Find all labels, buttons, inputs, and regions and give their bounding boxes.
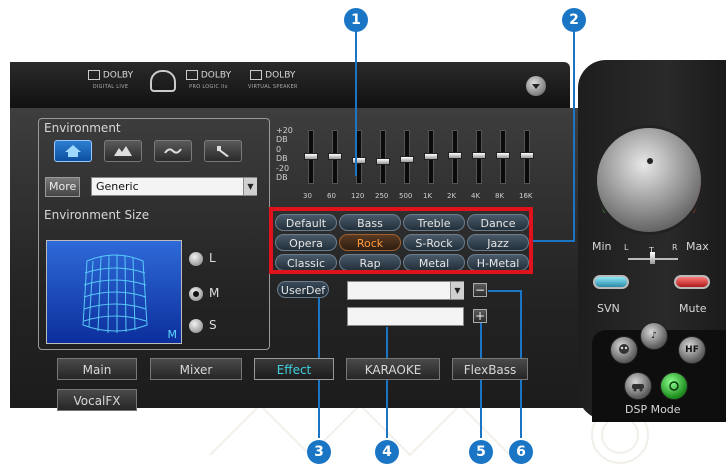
hf-button[interactable]: HF [678, 336, 706, 364]
balance-left-label: L [624, 243, 629, 252]
environment-label: Environment [44, 121, 121, 135]
callout-line-6-horizontal [488, 290, 522, 292]
home-icon [65, 145, 81, 157]
callout-3: 3 [307, 440, 331, 464]
eq-slider-handle[interactable] [304, 153, 318, 160]
chevron-down-icon [532, 84, 540, 89]
env-wave-button[interactable] [154, 140, 192, 162]
size-radio-s[interactable] [189, 319, 203, 333]
eq-slider-handle[interactable] [448, 151, 462, 159]
add-preset-button[interactable]: + [473, 309, 487, 323]
tab-flexbass[interactable]: FlexBass [452, 358, 528, 380]
callout-1: 1 [344, 8, 368, 32]
callout-4: 4 [375, 440, 399, 464]
tab-main[interactable]: Main [57, 358, 137, 380]
environment-size-label: Environment Size [44, 208, 150, 222]
svn-button[interactable] [593, 275, 629, 289]
eq-slider-handle[interactable] [472, 151, 486, 159]
tool-icon [217, 146, 229, 157]
eq-frequency-label: 8K [495, 192, 505, 200]
dsp-mode-label: DSP Mode [625, 403, 681, 416]
chevron-down-icon[interactable]: ▼ [243, 178, 257, 195]
wave-icon [164, 148, 182, 154]
character-button[interactable] [610, 336, 638, 364]
callout-line-1 [355, 31, 357, 176]
eq-frequency-label: 120 [351, 192, 365, 200]
dolby-pro-logic-logo: DOLBY PRO LOGIC IIx [186, 70, 231, 92]
callout-line-4 [386, 327, 388, 438]
volume-knob[interactable] [597, 128, 701, 232]
size-radio-m[interactable] [189, 287, 203, 301]
dsp-2-button[interactable] [660, 372, 688, 400]
eq-slider-handle[interactable] [424, 153, 438, 160]
eq-frequency-label: 60 [327, 192, 336, 200]
chevron-down-icon[interactable]: ▼ [450, 282, 464, 299]
tab-mixer[interactable]: Mixer [150, 358, 242, 380]
eq-scale: +20 DB 0 DB -20 DB [276, 126, 293, 182]
dsp-icon [669, 381, 679, 391]
preset-name-input[interactable] [347, 307, 464, 326]
dsp-1-button[interactable] [624, 372, 652, 400]
music-button[interactable]: ♪ [640, 322, 668, 350]
eq-slider-handle[interactable] [328, 153, 342, 160]
callout-line-2-horizontal [533, 240, 575, 242]
collapse-button[interactable] [526, 76, 546, 96]
eq-slider-track[interactable] [380, 130, 386, 184]
env-tool-button[interactable] [204, 140, 242, 162]
knob-indicator [647, 158, 653, 164]
callout-5: 5 [469, 440, 493, 464]
tab-vocalfx[interactable]: VocalFX [57, 389, 137, 411]
eq-frequency-label: 2K [447, 192, 457, 200]
preset-highlight-box [269, 207, 533, 274]
size-radio-l-label: L [209, 251, 216, 265]
car-icon [632, 384, 644, 392]
userdef-dropdown[interactable] [347, 281, 464, 300]
tab-effect[interactable]: Effect [254, 358, 334, 380]
eq-slider-handle[interactable] [520, 151, 534, 159]
more-button[interactable]: More [45, 177, 81, 197]
volume-min-label: Min [592, 240, 612, 253]
callout-line-2 [573, 31, 575, 241]
mute-button[interactable] [674, 275, 710, 289]
eq-frequency-label: 500 [399, 192, 413, 200]
music-note-icon: ♪ [651, 331, 657, 341]
env-home-button[interactable] [54, 140, 92, 162]
size-radio-l[interactable] [189, 252, 203, 266]
size-radio-m-label: M [209, 286, 220, 300]
eq-slider-handle[interactable] [400, 155, 414, 163]
balance-right-label: R [672, 243, 678, 252]
volume-max-label: Max [686, 240, 709, 253]
eq-frequency-label: 4K [471, 192, 481, 200]
preview-size-letter: M [167, 328, 178, 341]
environment-select-value: Generic [96, 180, 139, 193]
mountain-icon [114, 146, 132, 156]
room-shape-icon [82, 254, 148, 334]
callout-6: 6 [509, 440, 533, 464]
hf-label: HF [685, 345, 699, 355]
mute-label: Mute [679, 302, 707, 315]
size-radio-s-label: S [209, 318, 217, 332]
dolby-virtual-speaker-logo: DOLBY VIRTUAL SPEAKER [248, 70, 298, 90]
eq-slider-handle[interactable] [496, 151, 510, 159]
headphone-logo-icon [150, 70, 176, 92]
tab-karaoke[interactable]: KARAOKE [346, 358, 440, 380]
environment-select[interactable]: Generic [91, 177, 257, 196]
eq-frequency-label: 250 [375, 192, 389, 200]
equalizer: 30 60 120 250 500 1K 2K 4K 8K 16K [300, 128, 540, 204]
eq-frequency-label: 1K [423, 192, 433, 200]
eq-frequency-label: 30 [303, 192, 312, 200]
remove-preset-button[interactable]: − [473, 283, 487, 297]
character-icon [619, 344, 629, 354]
svn-label: SVN [597, 302, 620, 315]
userdef-button[interactable]: UserDef [277, 281, 329, 298]
eq-slider-handle[interactable] [376, 158, 390, 166]
balance-slider-handle[interactable] [650, 252, 655, 264]
env-mountain-button[interactable] [104, 140, 142, 162]
eq-frequency-label: 16K [519, 192, 533, 200]
environment-preview: M [46, 240, 182, 344]
dolby-digital-live-logo: DOLBY DIGITAL LIVE [88, 70, 133, 92]
callout-2: 2 [562, 8, 586, 32]
